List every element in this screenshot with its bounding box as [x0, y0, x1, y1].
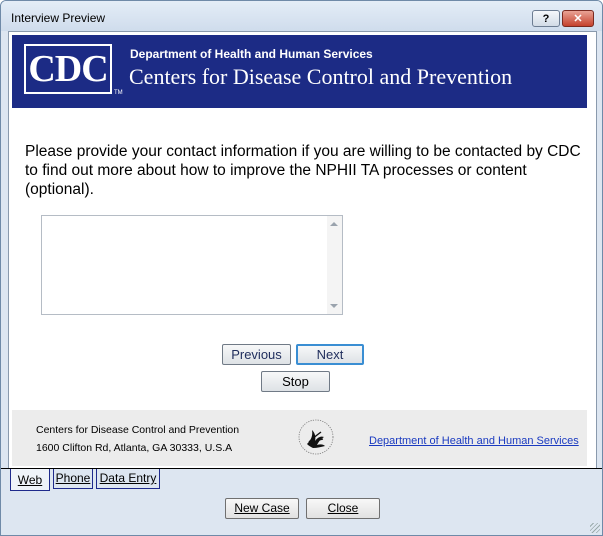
contact-info-field[interactable] — [41, 215, 343, 315]
scroll-down-icon[interactable] — [330, 304, 338, 308]
web-preview-panel: CDC TM Department of Health and Human Se… — [8, 31, 597, 469]
resize-grip[interactable] — [590, 523, 600, 533]
textarea-scrollbar[interactable] — [327, 216, 342, 314]
hhs-link[interactable]: Department of Health and Human Services — [369, 435, 579, 447]
tab-phone-label: Phone — [55, 471, 91, 485]
cdc-logo: CDC — [24, 44, 112, 94]
window-title: Interview Preview — [11, 11, 106, 25]
stop-button[interactable]: Stop — [261, 371, 330, 392]
contact-info-textarea[interactable] — [42, 216, 327, 314]
new-case-button[interactable]: New Case — [225, 498, 299, 519]
footer-org-name: Centers for Disease Control and Preventi… — [36, 424, 240, 436]
tab-phone[interactable]: Phone — [53, 469, 93, 489]
cdc-banner: CDC TM Department of Health and Human Se… — [12, 35, 587, 108]
title-bar[interactable]: Interview Preview ? ✕ — [1, 1, 602, 31]
footer-address: 1600 Clifton Rd, Atlanta, GA 30333, U.S.… — [36, 442, 233, 454]
window-close-button[interactable]: ✕ — [562, 10, 594, 27]
tab-data-entry[interactable]: Data Entry — [96, 469, 160, 489]
banner-centers: Centers for Disease Control and Preventi… — [129, 64, 513, 89]
tab-data-entry-label: Data Entry — [99, 471, 157, 485]
close-button[interactable]: Close — [306, 498, 380, 519]
close-label: Close — [327, 501, 359, 515]
page-footer: Centers for Disease Control and Preventi… — [12, 410, 587, 466]
interview-preview-window: Interview Preview ? ✕ CDC TM Department … — [0, 0, 603, 536]
hhs-eagle-icon — [298, 419, 334, 455]
previous-button[interactable]: Previous — [222, 344, 291, 365]
tab-web[interactable]: Web — [10, 469, 50, 491]
scroll-up-icon[interactable] — [330, 222, 338, 226]
trademark-mark: TM — [114, 90, 123, 96]
banner-department: Department of Health and Human Services — [130, 47, 373, 61]
question-prompt: Please provide your contact information … — [25, 143, 581, 198]
new-case-label: New Case — [234, 501, 290, 515]
mode-tabs: Web Phone Data Entry — [1, 468, 602, 491]
next-button[interactable]: Next — [296, 344, 364, 365]
help-button[interactable]: ? — [532, 10, 560, 27]
tab-web-label: Web — [17, 473, 43, 487]
